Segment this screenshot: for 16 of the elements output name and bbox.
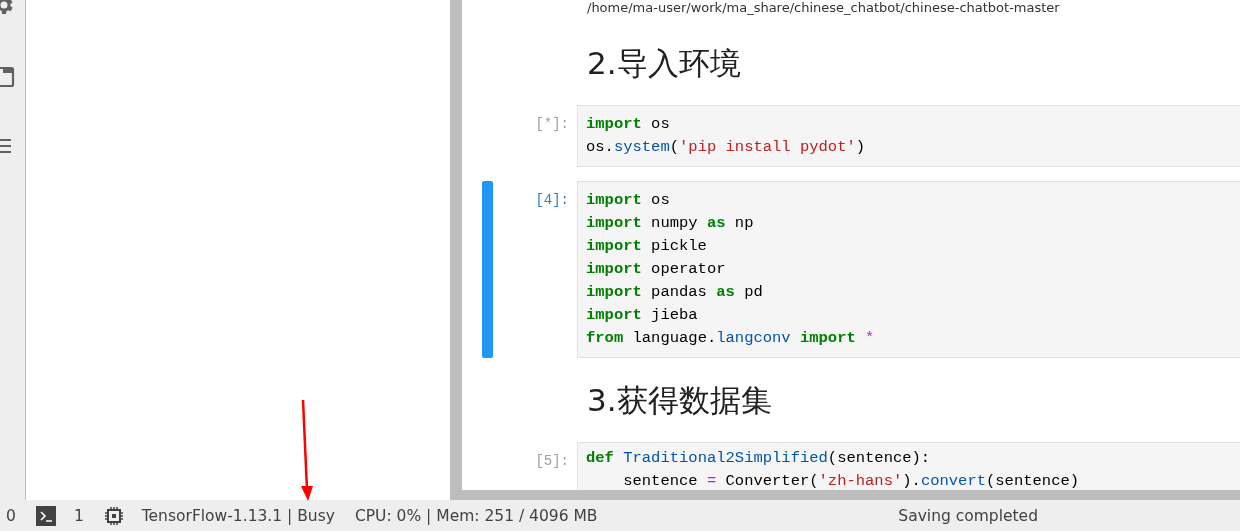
terminal-icon[interactable] [35,505,56,526]
chip-icon[interactable] [103,505,124,526]
section-heading: 3.获得数据集 [587,381,773,420]
status-text: 1 [73,506,84,525]
status-text: 0 [6,506,16,525]
cell-prompt: [4]: [534,191,570,210]
code-cell[interactable]: def Traditional2Simplified(sentence): sentence = Converter('zh-hans').convert(sentence) [577,442,1240,490]
section-heading: 2.导入环境 [587,44,742,83]
cell-prompt: [*]: [534,115,570,134]
output-text: /home/ma-user/work/ma_share/chinese_chatbot/chinese-chatbot-master [587,0,1061,15]
status-text: CPU: 0% | Mem: 251 / 4096 MB [354,506,598,525]
code-cell[interactable]: import os os.system('pip install pydot') [577,105,1240,167]
status-text: TensorFlow-1.13.1 | Busy [141,506,335,525]
code-cell[interactable]: import os import numpy as np import pickle import operator import pandas as pd import jieba from language.langconv import * [577,181,1240,358]
status-message: Saving completed [898,506,1038,525]
cell-prompt: [5]: [534,452,570,471]
